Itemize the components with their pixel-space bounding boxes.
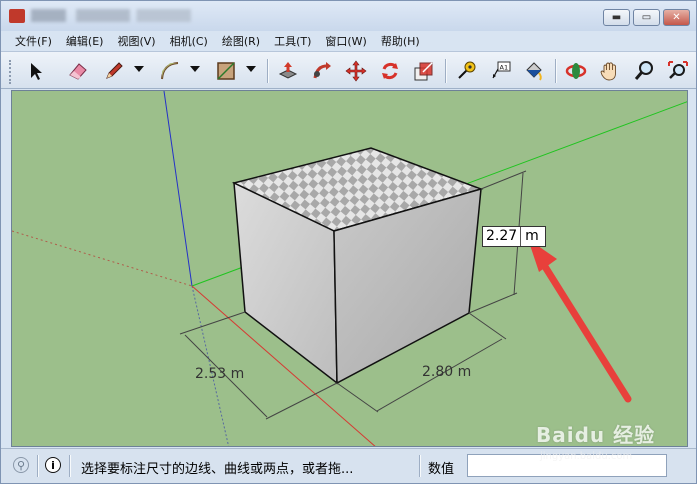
geo-location-icon[interactable]: ⚲ bbox=[13, 457, 29, 473]
watermark-url: jingyan.baidu.com bbox=[540, 451, 633, 462]
tape-measure-icon[interactable] bbox=[453, 58, 479, 84]
text-label-icon[interactable]: A1 bbox=[487, 58, 513, 84]
modeling-viewport[interactable]: 2.27 m 2.53 m 2.80 m bbox=[11, 90, 688, 447]
baidu-watermark: Baidu 经验 jingyan.baidu.com bbox=[536, 419, 686, 469]
toolbar-separator bbox=[267, 59, 268, 83]
dimension-value-input[interactable]: 2.27 m bbox=[482, 226, 546, 247]
menu-help[interactable]: 帮助(H) bbox=[381, 33, 420, 49]
dim-extension-right-a bbox=[336, 382, 379, 413]
toolbar-grip[interactable] bbox=[9, 60, 12, 84]
rectangle-icon[interactable] bbox=[213, 58, 239, 84]
measurements-label: 数值 bbox=[428, 462, 455, 477]
menu-window[interactable]: 窗口(W) bbox=[325, 33, 366, 49]
zoom-icon[interactable] bbox=[631, 58, 657, 84]
arc-icon[interactable] bbox=[157, 58, 183, 84]
menu-tools[interactable]: 工具(T) bbox=[274, 33, 311, 49]
status-separator bbox=[419, 455, 420, 477]
paint-bucket-icon[interactable] bbox=[521, 58, 547, 84]
shape-tools-dropdown[interactable] bbox=[246, 66, 256, 72]
select-arrow-icon[interactable] bbox=[23, 58, 49, 84]
follow-me-icon[interactable] bbox=[309, 58, 335, 84]
menu-edit[interactable]: 编辑(E) bbox=[66, 33, 104, 49]
annotation-arrow-shaft bbox=[540, 261, 632, 403]
window-title-blurred bbox=[31, 9, 191, 22]
red-axis-dashed bbox=[12, 230, 193, 287]
arc-tools-dropdown[interactable] bbox=[190, 66, 200, 72]
instructor-info-icon[interactable]: i bbox=[45, 457, 61, 473]
app-window: ▬ ▭ ✕ 文件(F) 编辑(E) 视图(V) 相机(C) 绘图(R) 工具(T… bbox=[0, 0, 697, 484]
scene-canvas bbox=[12, 91, 687, 446]
status-message: 选择要标注尺寸的边线、曲线或两点，或者拖... bbox=[81, 462, 354, 477]
scale-icon[interactable] bbox=[411, 58, 437, 84]
zoom-extents-icon[interactable] bbox=[665, 58, 691, 84]
menu-draw[interactable]: 绘图(R) bbox=[222, 33, 260, 49]
dim-extension-right-b bbox=[468, 312, 507, 340]
dim-extension-left-b bbox=[265, 382, 338, 420]
pencil-line-icon[interactable] bbox=[101, 58, 127, 84]
move-icon[interactable] bbox=[343, 58, 369, 84]
main-toolbar: A1 bbox=[1, 51, 696, 89]
blue-axis bbox=[163, 91, 193, 287]
title-bar: ▬ ▭ ✕ bbox=[1, 1, 696, 31]
menu-view[interactable]: 视图(V) bbox=[117, 33, 155, 49]
svg-text:A1: A1 bbox=[500, 64, 509, 72]
toolbar-separator bbox=[445, 59, 446, 83]
pan-hand-icon[interactable] bbox=[597, 58, 623, 84]
rotate-icon[interactable] bbox=[377, 58, 403, 84]
close-button[interactable]: ✕ bbox=[663, 9, 690, 26]
watermark-main: Baidu 经验 bbox=[536, 423, 656, 447]
status-separator bbox=[69, 455, 70, 477]
line-tools-dropdown[interactable] bbox=[134, 66, 144, 72]
orbit-icon[interactable] bbox=[563, 58, 589, 84]
app-logo-icon bbox=[9, 9, 25, 23]
maximize-button[interactable]: ▭ bbox=[633, 9, 660, 26]
push-pull-icon[interactable] bbox=[275, 58, 301, 84]
dim-extension-top bbox=[480, 170, 527, 190]
eraser-icon[interactable] bbox=[65, 58, 91, 84]
minimize-button[interactable]: ▬ bbox=[603, 9, 630, 26]
dimension-value[interactable]: 2.27 bbox=[483, 227, 521, 246]
menu-file[interactable]: 文件(F) bbox=[15, 33, 52, 49]
dim-extension-bottom bbox=[468, 292, 518, 314]
toolbar-separator bbox=[555, 59, 556, 83]
menu-camera[interactable]: 相机(C) bbox=[170, 33, 208, 49]
dimension-unit: m bbox=[520, 227, 545, 246]
window-controls: ▬ ▭ ✕ bbox=[603, 9, 690, 26]
dimension-label-width-b: 2.80 m bbox=[422, 364, 472, 380]
menu-bar: 文件(F) 编辑(E) 视图(V) 相机(C) 绘图(R) 工具(T) 窗口(W… bbox=[1, 31, 696, 51]
dim-extension-left-a bbox=[179, 311, 246, 335]
status-separator bbox=[37, 455, 38, 477]
dimension-label-width-a: 2.53 m bbox=[195, 366, 245, 382]
